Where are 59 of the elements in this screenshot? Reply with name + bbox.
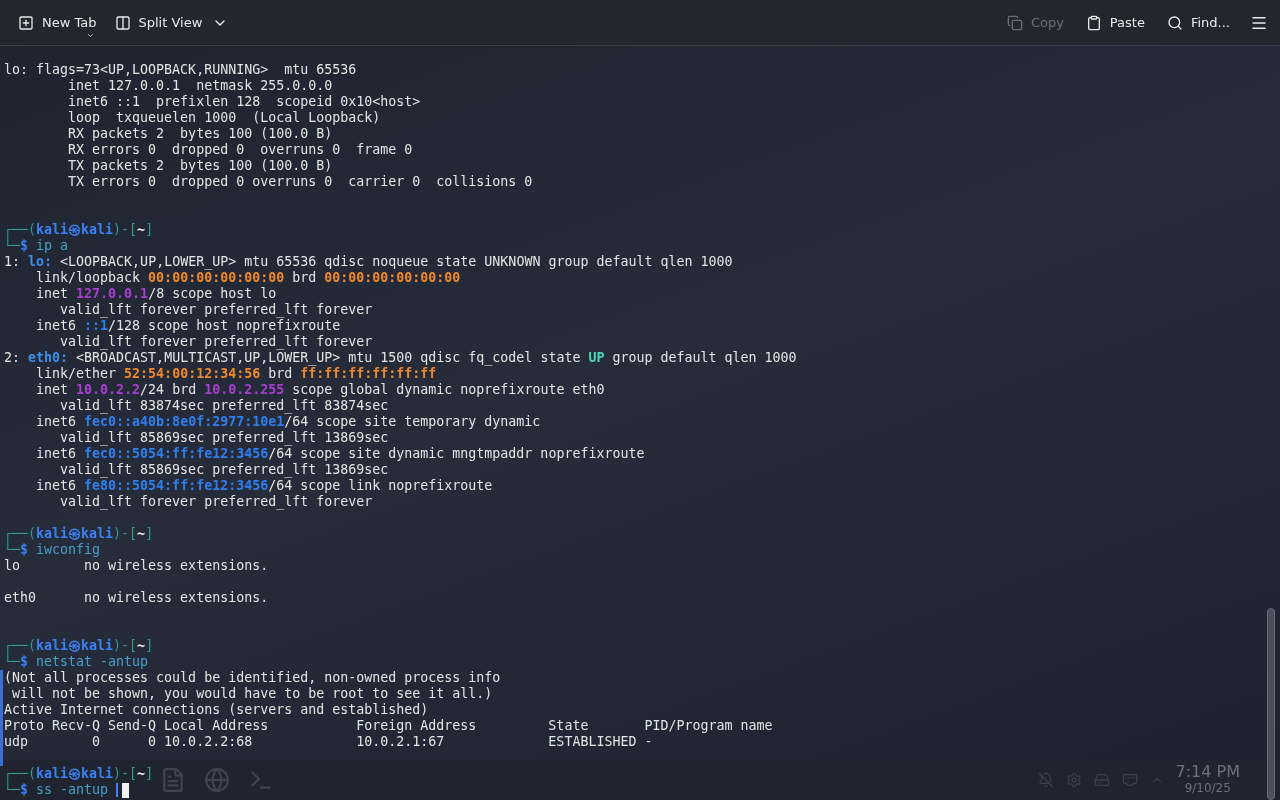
globe-icon[interactable] (204, 767, 230, 793)
terminal-output-line: lo: flags=73<UP,LOOPBACK,RUNNING> mtu 65536 (4, 62, 357, 78)
terminal-cursor (122, 782, 130, 798)
terminal-output-line: inet 10.0.2.2/24 brd 10.0.2.255 scope global dynamic noprefixroute eth0 (35, 382, 605, 398)
terminal-output-line: valid_lft forever preferred_lft forever (59, 302, 373, 318)
new-tab-icon (18, 14, 34, 31)
scrollbar[interactable] (1267, 608, 1275, 800)
drive-icon[interactable] (1093, 772, 1110, 788)
prompt-line: ┌──(kali㉿kali)-[~] (4, 222, 154, 238)
terminal-output-line: loop txqueuelen 1000 (Local Loopback) (67, 110, 381, 126)
terminal-output-line: valid_lft forever preferred_lft forever (59, 334, 373, 350)
terminal-output-line: inet6 fec0::5054:ff:fe12:3456/64 scope site dynamic mngtmpaddr noprefixroute (35, 446, 645, 462)
terminal-output-line: valid_lft 83874sec preferred_lft 83874sec (59, 398, 389, 414)
terminal-output-line: udp 0 0 10.0.2.2:68 10.0.2.1:67 ESTABLISHED - (4, 734, 653, 750)
terminal-output-line: 1: lo: <LOOPBACK,UP,LOWER_UP> mtu 65536 qdisc noqueue state UNKNOWN group default qlen 1000 (4, 254, 733, 270)
split-view-button[interactable]: Split View (108, 6, 209, 39)
terminal-output-line: eth0 no wireless extensions. (4, 590, 269, 606)
bell-off-icon[interactable] (1037, 772, 1054, 788)
clipboard-icon (1085, 14, 1102, 31)
new-tab-button[interactable]: New Tab (12, 6, 103, 39)
terminal-output-line: inet 127.0.0.1/8 scope host lo (35, 286, 277, 302)
document-icon[interactable] (160, 767, 186, 793)
clock-date: 9/10/25 (1184, 780, 1231, 796)
terminal-output-line: RX packets 2 bytes 100 (100.0 B) (67, 126, 333, 142)
paste-button[interactable]: Paste (1079, 6, 1151, 39)
terminal-output-line: TX packets 2 bytes 100 (100.0 B) (67, 158, 333, 174)
terminal-output-line: inet 127.0.0.1 netmask 255.0.0.0 (67, 78, 333, 94)
terminal-output-line: Active Internet connections (servers and established) (4, 702, 429, 718)
terminal-output-line: lo no wireless extensions. (4, 558, 269, 574)
find-button[interactable]: Find... (1160, 6, 1236, 39)
prompt-line: ┌──(kali㉿kali)-[~] (4, 526, 154, 542)
terminal-output-line: 2: eth0: <BROADCAST,MULTICAST,UP,LOWER_UP> mtu 1500 qdisc fq_codel state UP group default qlen 1000 (4, 350, 797, 366)
terminal-output-line: inet6 fec0::a40b:8e0f:2977:10e1/64 scope site temporary dynamic (35, 414, 541, 430)
terminal-output-line: valid_lft 85869sec preferred_lft 13869sec (59, 462, 389, 478)
text-select-cursor-icon (116, 783, 119, 797)
command-input-line: └─$ ss -antup (4, 782, 110, 798)
copy-icon (1006, 14, 1023, 31)
split-view-icon (114, 14, 131, 31)
terminal-output-line: inet6 ::1/128 scope host noprefixroute (35, 318, 341, 334)
prompt-line: └─$ iwconfig (4, 542, 101, 558)
prompt-line: ┌──(kali㉿kali)-[~] (4, 638, 154, 654)
prompt-line: ┌──(kali㉿kali)-[~] (4, 766, 154, 782)
network-icon[interactable] (1121, 772, 1138, 788)
search-icon (1166, 14, 1183, 31)
clock-time: 7:14 PM (1175, 764, 1240, 780)
terminal-output-line: valid_lft 85869sec preferred_lft 13869sec (59, 430, 389, 446)
settings-icon[interactable] (1065, 772, 1082, 788)
prompt-line: └─$ ip a (4, 238, 69, 254)
terminal-output-line: inet6 fe80::5054:ff:fe12:3456/64 scope link noprefixroute (35, 478, 493, 494)
terminal-output-line: inet6 ::1 prefixlen 128 scopeid 0x10<host> (67, 94, 421, 110)
terminal-output-line: link/loopback 00:00:00:00:00:00 brd 00:00:00:00:00:00 (35, 270, 461, 286)
terminal-output-line: (Not all processes could be identified, non-owned process info (4, 670, 501, 686)
terminal-output-line: link/ether 52:54:00:12:34:56 brd ff:ff:ff:ff:ff:ff (35, 366, 437, 382)
terminal-output-line: will not be shown, you would have to be root to see it all.) (11, 686, 493, 702)
terminal-output-line: valid_lft forever preferred_lft forever (59, 494, 373, 510)
prompt-line: └─$ netstat -antup (4, 654, 149, 670)
terminal-output-line: Proto Recv-Q Send-Q Local Address Foreign Address State PID/Program name (4, 718, 773, 734)
terminal-output-line: TX errors 0 dropped 0 overruns 0 carrier 0 collisions 0 (67, 174, 533, 190)
terminal-output-line: RX errors 0 dropped 0 overruns 0 frame 0 (67, 142, 413, 158)
